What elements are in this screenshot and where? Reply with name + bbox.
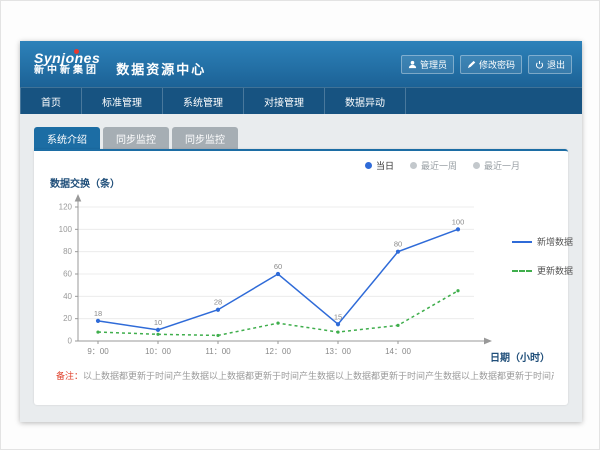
series-line-0: 18 10 28 60 15 80 100 — [94, 217, 464, 332]
svg-text:100: 100 — [452, 217, 465, 226]
chart-panel: 当日 最近一周 最近一月 数据交换（条） 0 20 40 60 80 100 120 9：00… — [34, 149, 568, 405]
svg-text:80: 80 — [63, 247, 72, 256]
nav-item-data-change[interactable]: 数据异动 — [325, 88, 406, 114]
app-window: Synjones 新中新集团 数据资源中心 管理员 修改密码 — [20, 41, 582, 422]
svg-text:12：00: 12：00 — [265, 347, 291, 356]
footnote-text: 以上数据都更新于时间产生数据以上数据都更新于时间产生数据以上数据都更新于时间产生… — [83, 371, 554, 381]
main-nav: 首页 标准管理 系统管理 对接管理 数据异动 — [20, 87, 582, 114]
tab-sync-monitor-1[interactable]: 同步监控 — [103, 127, 169, 149]
power-icon — [535, 60, 544, 69]
footnote-prefix: 备注： — [56, 371, 83, 381]
time-filter-legend: 当日 最近一周 最近一月 — [365, 159, 520, 172]
svg-text:18: 18 — [94, 309, 102, 318]
logo-text-en: Synjones — [34, 51, 100, 66]
top-header: Synjones 新中新集团 数据资源中心 管理员 修改密码 — [20, 41, 582, 87]
data-point — [276, 272, 280, 276]
change-password-label: 修改密码 — [479, 58, 515, 71]
admin-button-label: 管理员 — [420, 58, 447, 71]
data-point — [456, 227, 460, 231]
svg-text:15: 15 — [334, 312, 342, 321]
user-icon — [408, 60, 417, 69]
filter-today[interactable]: 当日 — [365, 159, 394, 172]
data-point — [456, 289, 459, 292]
data-point — [96, 319, 100, 323]
svg-text:0: 0 — [68, 337, 73, 346]
nav-item-connection-mgmt[interactable]: 对接管理 — [244, 88, 325, 114]
svg-text:28: 28 — [214, 298, 222, 307]
filter-month-label: 最近一月 — [484, 159, 520, 172]
admin-button[interactable]: 管理员 — [401, 55, 454, 74]
x-axis-title: 日期（小时） — [490, 349, 550, 364]
tab-bar: 系统介绍 同步监控 同步监控 — [34, 127, 568, 149]
svg-text:13：00: 13：00 — [325, 347, 351, 356]
app-title: 数据资源中心 — [116, 59, 206, 78]
data-point — [336, 322, 340, 326]
legend-new-data[interactable]: 新增数据 — [512, 235, 573, 248]
change-password-button[interactable]: 修改密码 — [460, 55, 522, 74]
filter-dot-month — [473, 162, 480, 169]
logout-label: 退出 — [547, 58, 565, 71]
series-legend: 新增数据 更新数据 — [512, 235, 573, 277]
header-actions: 管理员 修改密码 退出 — [401, 55, 572, 74]
edit-icon — [467, 60, 476, 69]
nav-item-system-mgmt[interactable]: 系统管理 — [163, 88, 244, 114]
legend-update-data-label: 更新数据 — [537, 264, 573, 277]
filter-today-label: 当日 — [376, 159, 394, 172]
svg-text:20: 20 — [63, 314, 72, 323]
footnote: 备注：以上数据都更新于时间产生数据以上数据都更新于时间产生数据以上数据都更新于时… — [56, 369, 554, 382]
page: Synjones 新中新集团 数据资源中心 管理员 修改密码 — [0, 0, 600, 450]
data-point — [216, 334, 219, 337]
y-axis-title: 数据交换（条） — [50, 175, 120, 190]
filter-week-label: 最近一周 — [421, 159, 457, 172]
svg-text:120: 120 — [59, 203, 73, 212]
data-point — [336, 330, 339, 333]
filter-dot-week — [410, 162, 417, 169]
filter-last-month[interactable]: 最近一月 — [473, 159, 520, 172]
line-chart: 0 20 40 60 80 100 120 9：00 10：00 11：00 12：00 13：00 1… — [44, 191, 504, 371]
brand-logo: Synjones 新中新集团 — [34, 51, 100, 76]
svg-text:100: 100 — [59, 225, 73, 234]
filter-last-week[interactable]: 最近一周 — [410, 159, 457, 172]
nav-item-home[interactable]: 首页 — [20, 88, 82, 114]
svg-text:10: 10 — [154, 318, 162, 327]
legend-new-data-label: 新增数据 — [537, 235, 573, 248]
data-point — [156, 333, 159, 336]
tab-system-intro[interactable]: 系统介绍 — [34, 127, 100, 149]
content-area: 系统介绍 同步监控 同步监控 当日 最近一周 最近一月 — [20, 114, 582, 405]
legend-line-sample-green — [512, 270, 532, 272]
data-point — [156, 328, 160, 332]
filter-dot-today — [365, 162, 372, 169]
logout-button[interactable]: 退出 — [528, 55, 572, 74]
data-point — [396, 324, 399, 327]
svg-text:11：00: 11：00 — [205, 347, 231, 356]
svg-text:60: 60 — [274, 262, 282, 271]
nav-item-standard-mgmt[interactable]: 标准管理 — [82, 88, 163, 114]
axes — [75, 194, 492, 344]
svg-text:40: 40 — [63, 292, 72, 301]
logo-text-cn: 新中新集团 — [34, 66, 100, 77]
data-point — [396, 250, 400, 254]
tab-sync-monitor-2[interactable]: 同步监控 — [172, 127, 238, 149]
data-point — [276, 322, 279, 325]
svg-text:9：00: 9：00 — [87, 347, 109, 356]
svg-text:80: 80 — [394, 240, 402, 249]
data-point — [96, 330, 99, 333]
svg-text:60: 60 — [63, 270, 72, 279]
svg-text:14：00: 14：00 — [385, 347, 411, 356]
svg-text:10：00: 10：00 — [145, 347, 171, 356]
legend-update-data[interactable]: 更新数据 — [512, 264, 573, 277]
data-point — [216, 308, 220, 312]
legend-line-sample-blue — [512, 241, 532, 243]
